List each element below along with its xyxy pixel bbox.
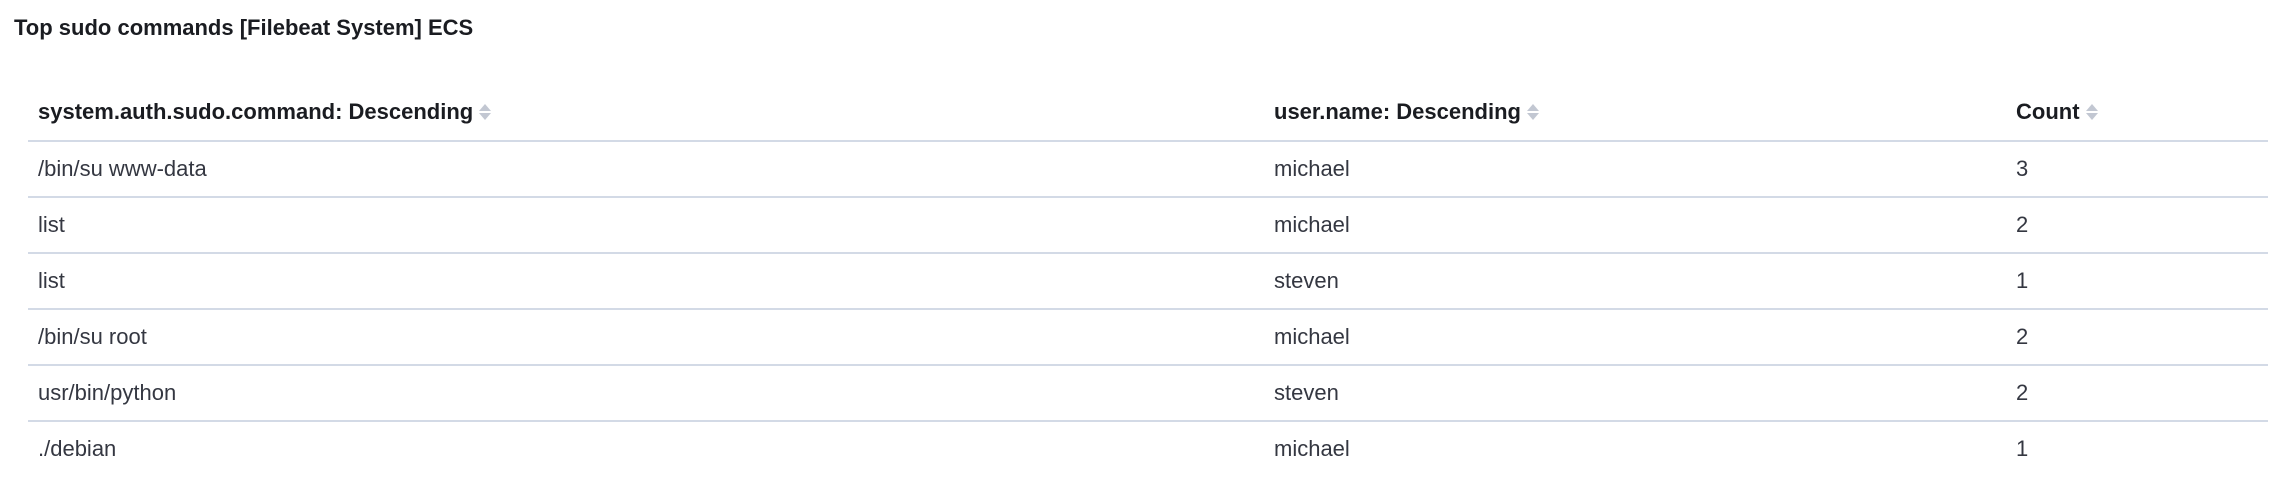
table-header-row: system.auth.sudo.command: Descending use… [28, 84, 2268, 142]
table-row: /bin/su root michael 2 [28, 309, 2268, 366]
cell-count: 1 [2006, 253, 2268, 310]
cell-count: 3 [2006, 141, 2268, 198]
cell-user[interactable]: michael [1264, 309, 2006, 366]
cell-command[interactable]: usr/bin/python [28, 365, 1264, 422]
cell-command[interactable]: list [28, 253, 1264, 310]
cell-count: 2 [2006, 197, 2268, 254]
data-table: system.auth.sudo.command: Descending use… [28, 84, 2268, 476]
cell-count: 1 [2016, 436, 2029, 461]
cell-user[interactable]: michael [1264, 421, 2006, 476]
table-row: list steven 1 [28, 253, 2268, 310]
cell-user[interactable]: steven [1264, 253, 2006, 310]
column-header-user[interactable]: user.name: Descending [1264, 84, 2006, 142]
column-header-label: Count [2016, 99, 2080, 124]
table-row: usr/bin/python steven 2 [28, 365, 2268, 422]
data-table-container: system.auth.sudo.command: Descending use… [28, 84, 2268, 476]
cell-user[interactable]: steven [1264, 365, 2006, 422]
cell-command[interactable]: /bin/su www-data [28, 141, 1264, 198]
visualization-panel: Top sudo commands [Filebeat System] ECS … [0, 0, 2286, 498]
cell-command[interactable]: ./debian [28, 421, 1264, 476]
table-row: list michael 2 [28, 197, 2268, 254]
table-row: ./debian michael 1 [28, 421, 2268, 476]
sort-icon[interactable] [479, 103, 492, 121]
cell-count: 2 [2006, 365, 2268, 422]
column-header-label: system.auth.sudo.command: Descending [38, 99, 474, 124]
cell-user[interactable]: michael [1264, 141, 2006, 198]
column-header-count[interactable]: Count [2006, 84, 2268, 142]
panel-title: Top sudo commands [Filebeat System] ECS [14, 15, 474, 40]
table-row: /bin/su www-data michael 3 [28, 141, 2268, 198]
cell-command[interactable]: list [28, 197, 1264, 254]
column-header-label: user.name: Descending [1274, 99, 1521, 124]
column-header-command[interactable]: system.auth.sudo.command: Descending [28, 84, 1264, 142]
cell-command[interactable]: /bin/su root [28, 309, 1264, 366]
sort-icon[interactable] [2085, 103, 2098, 121]
cell-user[interactable]: michael [1264, 197, 2006, 254]
sort-icon[interactable] [1526, 103, 1539, 121]
cell-count: 2 [2006, 309, 2268, 366]
